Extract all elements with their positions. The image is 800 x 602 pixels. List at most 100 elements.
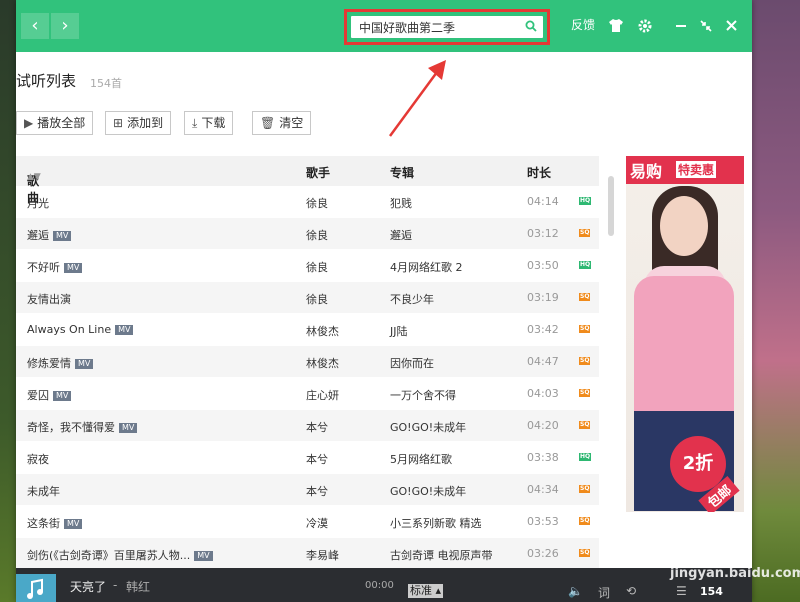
singer-cell[interactable]: 本兮 — [306, 483, 328, 499]
album-cell[interactable]: GO!GO!未成年 — [390, 419, 466, 435]
singer-cell[interactable]: 徐良 — [306, 291, 328, 307]
search-icon[interactable] — [525, 20, 537, 32]
table-row[interactable]: 剑伤(《古剑奇谭》百里屠苏人物... MV 李易峰 古剑奇谭 电视原声带 03:26 SQ — [16, 538, 599, 570]
mv-badge[interactable]: MV — [194, 551, 213, 561]
play-all-button[interactable]: ▶ 播放全部 — [16, 111, 94, 135]
table-row[interactable]: 爱囚 MV 庄心妍 一万个舍不得 04:03 SQ — [16, 378, 599, 410]
album-cell[interactable]: 一万个舍不得 — [390, 387, 456, 403]
table-header: 歌曲 ▲▼ 歌手 专辑 时长 — [16, 156, 599, 205]
mv-badge[interactable]: MV — [53, 391, 72, 401]
album-cell[interactable]: 古剑奇谭 电视原声带 — [390, 547, 493, 563]
mv-badge[interactable]: MV — [115, 325, 134, 335]
quality-badge: SQ — [579, 485, 591, 493]
singer-cell[interactable]: 本兮 — [306, 451, 328, 467]
table-row[interactable]: 寂夜 本兮 5月网络红歌 03:38 HQ — [16, 442, 599, 474]
table-row[interactable]: 友情出演 徐良 不良少年 03:19 SQ — [16, 282, 599, 314]
sort-icon[interactable]: ▲▼ — [27, 172, 41, 182]
volume-icon[interactable]: 🔈 — [568, 584, 583, 598]
singer-cell[interactable]: 林俊杰 — [306, 323, 339, 339]
download-button[interactable]: ⤓ 下载 — [184, 111, 234, 135]
singer-cell[interactable]: 李易峰 — [306, 547, 339, 563]
album-cover[interactable] — [16, 574, 56, 602]
mv-badge[interactable]: MV — [64, 519, 83, 529]
column-singer[interactable]: 歌手 — [306, 164, 330, 181]
singer-cell[interactable]: 徐良 — [306, 195, 328, 211]
repeat-icon[interactable]: ⟲ — [626, 584, 636, 598]
playlist-count: 154 — [700, 585, 723, 598]
current-artist[interactable]: 韩红 — [126, 578, 150, 595]
duration-cell: 04:14 — [527, 195, 559, 208]
search-box — [351, 16, 543, 38]
quality-badge: SQ — [579, 293, 591, 301]
singer-cell[interactable]: 冷漠 — [306, 515, 328, 531]
mv-badge[interactable]: MV — [119, 423, 138, 433]
album-cell[interactable]: 4月网络红歌 2 — [390, 259, 463, 275]
mv-badge[interactable]: MV — [75, 359, 94, 369]
table-row[interactable]: 不好听 MV 徐良 4月网络红歌 2 03:50 HQ — [16, 250, 599, 282]
mv-badge[interactable]: MV — [64, 263, 83, 273]
album-cell[interactable]: 不良少年 — [390, 291, 434, 307]
lyrics-button[interactable]: 词 — [598, 584, 610, 601]
clear-label: 清空 — [279, 116, 304, 130]
table-row[interactable]: 奇怪，我不懂得爱 MV 本兮 GO!GO!未成年 04:20 SQ — [16, 410, 599, 442]
duration-cell: 03:26 — [527, 547, 559, 560]
quality-selector[interactable]: 标准 ▴ — [408, 584, 444, 598]
back-button[interactable]: ‹ — [21, 13, 49, 39]
search-input[interactable] — [359, 16, 519, 38]
current-track[interactable]: 天亮了 — [70, 578, 106, 595]
duration-cell: 03:50 — [527, 259, 559, 272]
table-row[interactable]: 月光 徐良 犯贱 04:14 HQ — [16, 186, 599, 218]
song-list: 月光 徐良 犯贱 04:14 HQ 邂逅 MV 徐良 邂逅 03:12 SQ 不好听 MV 徐良 4月网络红… — [16, 186, 599, 570]
album-cell[interactable]: 5月网络红歌 — [390, 451, 452, 467]
quality-badge: SQ — [579, 549, 591, 557]
minimize-icon[interactable] — [676, 25, 686, 28]
singer-cell[interactable]: 庄心妍 — [306, 387, 339, 403]
table-row[interactable]: 邂逅 MV 徐良 邂逅 03:12 SQ — [16, 218, 599, 250]
chevron-left-icon: ‹ — [31, 15, 39, 36]
singer-cell[interactable]: 林俊杰 — [306, 355, 339, 371]
scroll-thumb[interactable] — [608, 176, 614, 236]
song-title: 友情出演 — [27, 293, 71, 306]
add-to-label: 添加到 — [127, 116, 164, 130]
table-row[interactable]: Always On Line MV 林俊杰 JJ陆 03:42 SQ — [16, 314, 599, 346]
album-cell[interactable]: 犯贱 — [390, 195, 412, 211]
close-icon[interactable] — [726, 20, 737, 31]
gear-icon[interactable] — [638, 19, 652, 33]
album-cell[interactable]: 因你而在 — [390, 355, 434, 371]
album-cell[interactable]: GO!GO!未成年 — [390, 483, 466, 499]
quality-badge: HQ — [579, 197, 592, 205]
column-album[interactable]: 专辑 — [390, 164, 414, 181]
quality-badge: SQ — [579, 325, 591, 333]
column-duration[interactable]: 时长 — [527, 164, 551, 181]
song-title: Always On Line — [27, 323, 112, 336]
album-cell[interactable]: 小三系列新歌 精选 — [390, 515, 482, 531]
song-title-cell: 寂夜 — [27, 451, 49, 467]
playlist-icon[interactable]: ☰ — [676, 584, 687, 598]
mini-mode-icon[interactable] — [700, 20, 712, 32]
table-row[interactable]: 修炼爱情 MV 林俊杰 因你而在 04:47 SQ — [16, 346, 599, 378]
forward-button[interactable]: › — [51, 13, 79, 39]
add-to-button[interactable]: ⊞ 添加到 — [105, 111, 172, 135]
clear-button[interactable]: 🗑 清空 — [252, 111, 312, 135]
feedback-link[interactable]: 反馈 — [571, 16, 595, 33]
album-cell[interactable]: JJ陆 — [390, 323, 408, 339]
quality-badge: HQ — [579, 261, 592, 269]
singer-cell[interactable]: 徐良 — [306, 259, 328, 275]
singer-cell[interactable]: 本兮 — [306, 419, 328, 435]
duration-cell: 03:12 — [527, 227, 559, 240]
album-cell[interactable]: 邂逅 — [390, 227, 412, 243]
quality-badge: SQ — [579, 517, 591, 525]
titlebar: ‹ › 反馈 — [16, 0, 752, 52]
table-row[interactable]: 这条街 MV 冷漠 小三系列新歌 精选 03:53 SQ — [16, 506, 599, 538]
annotation-arrow — [388, 60, 446, 137]
quality-badge: SQ — [579, 357, 591, 365]
song-title: 奇怪，我不懂得爱 — [27, 421, 115, 434]
table-row[interactable]: 未成年 本兮 GO!GO!未成年 04:34 SQ — [16, 474, 599, 506]
skin-shirt-icon[interactable] — [609, 19, 623, 32]
song-title-cell: 月光 — [27, 195, 49, 211]
quality-label: 标准 — [410, 584, 432, 597]
mv-badge[interactable]: MV — [53, 231, 72, 241]
advertisement[interactable]: 易购 特卖惠 2折 包邮 — [626, 156, 744, 512]
scrollbar[interactable] — [608, 168, 614, 568]
singer-cell[interactable]: 徐良 — [306, 227, 328, 243]
